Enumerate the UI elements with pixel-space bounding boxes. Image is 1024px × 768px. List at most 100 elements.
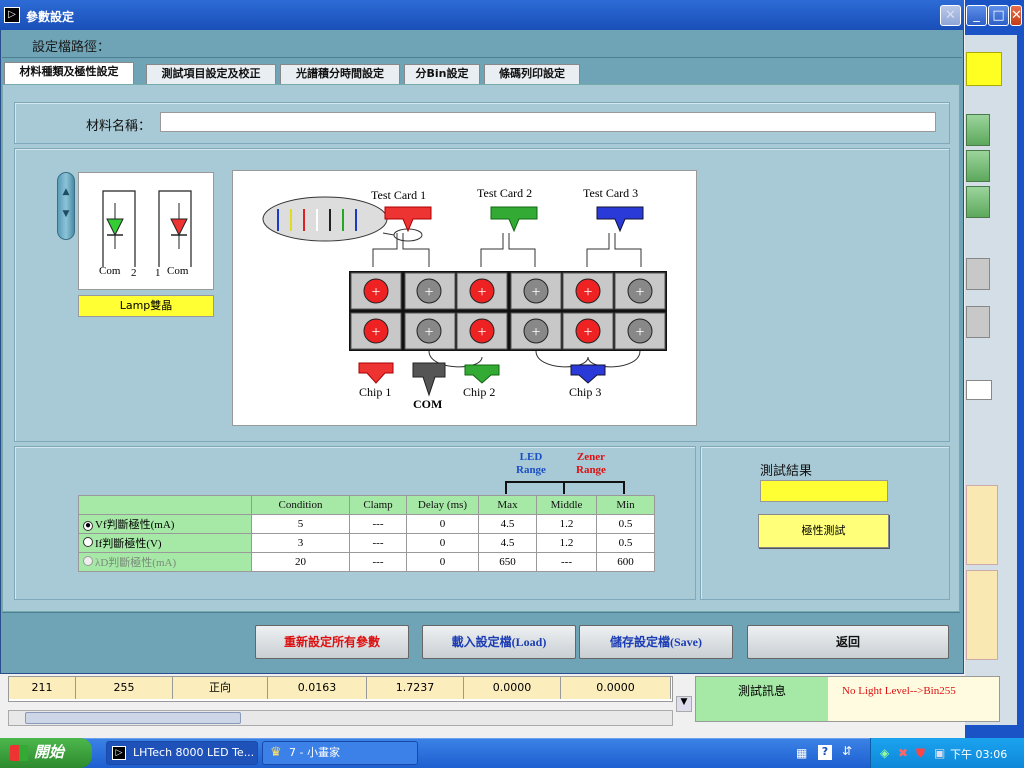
- clamp-cell[interactable]: ---: [349, 533, 407, 553]
- column-header: Condition: [251, 495, 350, 515]
- material-name-input[interactable]: [160, 112, 936, 132]
- background-cell: 1.7237: [367, 677, 464, 699]
- lamp-right-com: Com: [167, 265, 189, 277]
- max-cell[interactable]: 650: [478, 552, 537, 572]
- delay-cell[interactable]: 0: [406, 514, 479, 534]
- delay-cell[interactable]: 0: [406, 552, 479, 572]
- polarity-test-button[interactable]: 極性測試: [758, 514, 889, 548]
- column-header: Min: [596, 495, 655, 515]
- horizontal-scrollbar[interactable]: [8, 710, 673, 726]
- language-bar-icon[interactable]: ⇵: [842, 744, 852, 758]
- reset-all-button[interactable]: 重新設定所有參數: [255, 625, 409, 659]
- polarity-table: Condition Clamp Delay (ms) Max Middle Mi…: [78, 495, 655, 572]
- svg-text:+: +: [583, 284, 592, 301]
- if-polarity-radio[interactable]: If判斷極性(V): [78, 533, 252, 553]
- table-row: λD判斷極性(mA) 20 --- 0 650 --- 600: [78, 552, 655, 572]
- settings-path-bar: 設定檔路徑：: [2, 30, 962, 58]
- row-label: If判斷極性(V): [95, 538, 162, 550]
- chip-2-label: Chip 2: [463, 385, 496, 399]
- row-label: λD判斷極性(mA): [95, 557, 177, 569]
- lamp-left-num: 2: [131, 267, 137, 279]
- taskbar-item-paint[interactable]: 7 - 小畫家: [262, 741, 418, 765]
- type-selector-arrows[interactable]: ▲ ▼: [57, 172, 75, 240]
- middle-cell[interactable]: ---: [536, 552, 597, 572]
- column-header: Delay (ms): [406, 495, 479, 515]
- test-result-display: [760, 480, 888, 502]
- network-icon[interactable]: ◈: [880, 746, 889, 760]
- clamp-cell[interactable]: ---: [349, 552, 407, 572]
- tab-spectrum-time[interactable]: 光譜積分時間設定: [280, 64, 400, 84]
- monitor-icon[interactable]: ▣: [934, 746, 945, 760]
- wd-polarity-radio: λD判斷極性(mA): [78, 552, 252, 572]
- zener-range-label: Zener Range: [576, 451, 606, 476]
- background-cell: 0.0000: [561, 677, 671, 699]
- middle-cell[interactable]: 1.2: [536, 514, 597, 534]
- condition-cell[interactable]: 3: [251, 533, 350, 553]
- window-title: 參數設定: [26, 10, 75, 24]
- column-header: [78, 495, 252, 515]
- middle-cell[interactable]: 1.2: [536, 533, 597, 553]
- test-result-label: 測試結果: [760, 464, 813, 479]
- scrollbar-thumb[interactable]: [25, 712, 241, 724]
- max-cell[interactable]: 4.5: [478, 514, 537, 534]
- minimize-icon[interactable]: _: [966, 5, 987, 26]
- taskbar-item-lhtech[interactable]: LHTech 8000 LED Te...: [106, 741, 258, 765]
- background-gray-button[interactable]: [966, 306, 990, 338]
- clamp-cell[interactable]: ---: [349, 514, 407, 534]
- background-green-button[interactable]: [966, 150, 990, 182]
- background-cell: 0.0000: [464, 677, 561, 699]
- background-green-button[interactable]: [966, 114, 990, 146]
- max-cell[interactable]: 4.5: [478, 533, 537, 553]
- lamp-dual-chip-diagram: Com 2 1 Com: [78, 172, 214, 290]
- background-cell: 0.0163: [268, 677, 367, 699]
- test-card-3-label: Test Card 3: [583, 186, 638, 200]
- status-label: 測試訊息: [696, 677, 828, 721]
- background-input[interactable]: [966, 380, 992, 400]
- material-name-label: 材料名稱：: [86, 119, 152, 134]
- svg-text:+: +: [424, 324, 433, 341]
- settings-path-label: 設定檔路徑：: [32, 40, 111, 55]
- led-range-label: LED Range: [516, 451, 546, 476]
- keyboard-icon[interactable]: ▦: [796, 746, 810, 760]
- app-icon: ▷: [4, 7, 20, 23]
- test-card-2-label: Test Card 2: [477, 186, 532, 200]
- background-status-panel: 測試訊息 No Light Level-->Bin255: [695, 676, 1000, 722]
- tab-barcode-print[interactable]: 條碼列印設定: [484, 64, 580, 84]
- column-header: Clamp: [349, 495, 407, 515]
- test-card-1-label: Test Card 1: [371, 188, 426, 202]
- background-gray-button[interactable]: [966, 258, 990, 290]
- delay-cell[interactable]: 0: [406, 533, 479, 553]
- lamp-type-label: Lamp雙晶: [78, 295, 214, 317]
- security-icon[interactable]: ✖: [898, 746, 908, 760]
- background-close-icon[interactable]: ✕: [1010, 5, 1022, 26]
- windows-flag-icon: [10, 745, 28, 761]
- background-cell: 正向: [173, 677, 268, 699]
- tab-bin-settings[interactable]: 分Bin設定: [404, 64, 480, 84]
- close-icon[interactable]: ✕: [940, 5, 961, 26]
- back-button[interactable]: 返回: [747, 625, 949, 659]
- maximize-icon[interactable]: □: [988, 5, 1009, 26]
- condition-cell[interactable]: 5: [251, 514, 350, 534]
- column-header: Max: [478, 495, 537, 515]
- scroll-down-arrow-icon[interactable]: ▼: [676, 696, 692, 712]
- min-cell[interactable]: 0.5: [596, 533, 655, 553]
- min-cell[interactable]: 600: [596, 552, 655, 572]
- com-label: COM: [413, 397, 443, 411]
- title-bar: ▷ 參數設定 ✕: [0, 0, 964, 30]
- save-settings-button[interactable]: 儲存設定檔(Save): [579, 625, 733, 659]
- help-icon[interactable]: ?: [818, 745, 832, 760]
- min-cell[interactable]: 0.5: [596, 514, 655, 534]
- radio-disabled-icon: [83, 556, 93, 566]
- load-settings-button[interactable]: 載入設定檔(Load): [422, 625, 576, 659]
- table-header-row: Condition Clamp Delay (ms) Max Middle Mi…: [78, 495, 655, 515]
- condition-cell[interactable]: 20: [251, 552, 350, 572]
- vf-polarity-radio[interactable]: ● Vf判斷極性(mA): [78, 514, 252, 534]
- tab-material-polarity[interactable]: 材料種類及極性設定: [4, 62, 134, 85]
- background-green-button[interactable]: [966, 186, 990, 218]
- shield-icon[interactable]: ⛊: [916, 746, 925, 761]
- svg-text:+: +: [635, 324, 644, 341]
- tab-test-items[interactable]: 測試項目設定及校正: [146, 64, 276, 84]
- status-message: No Light Level-->Bin255: [842, 685, 956, 697]
- svg-text:+: +: [477, 324, 486, 341]
- lhtech-app-icon: ▷: [112, 746, 126, 760]
